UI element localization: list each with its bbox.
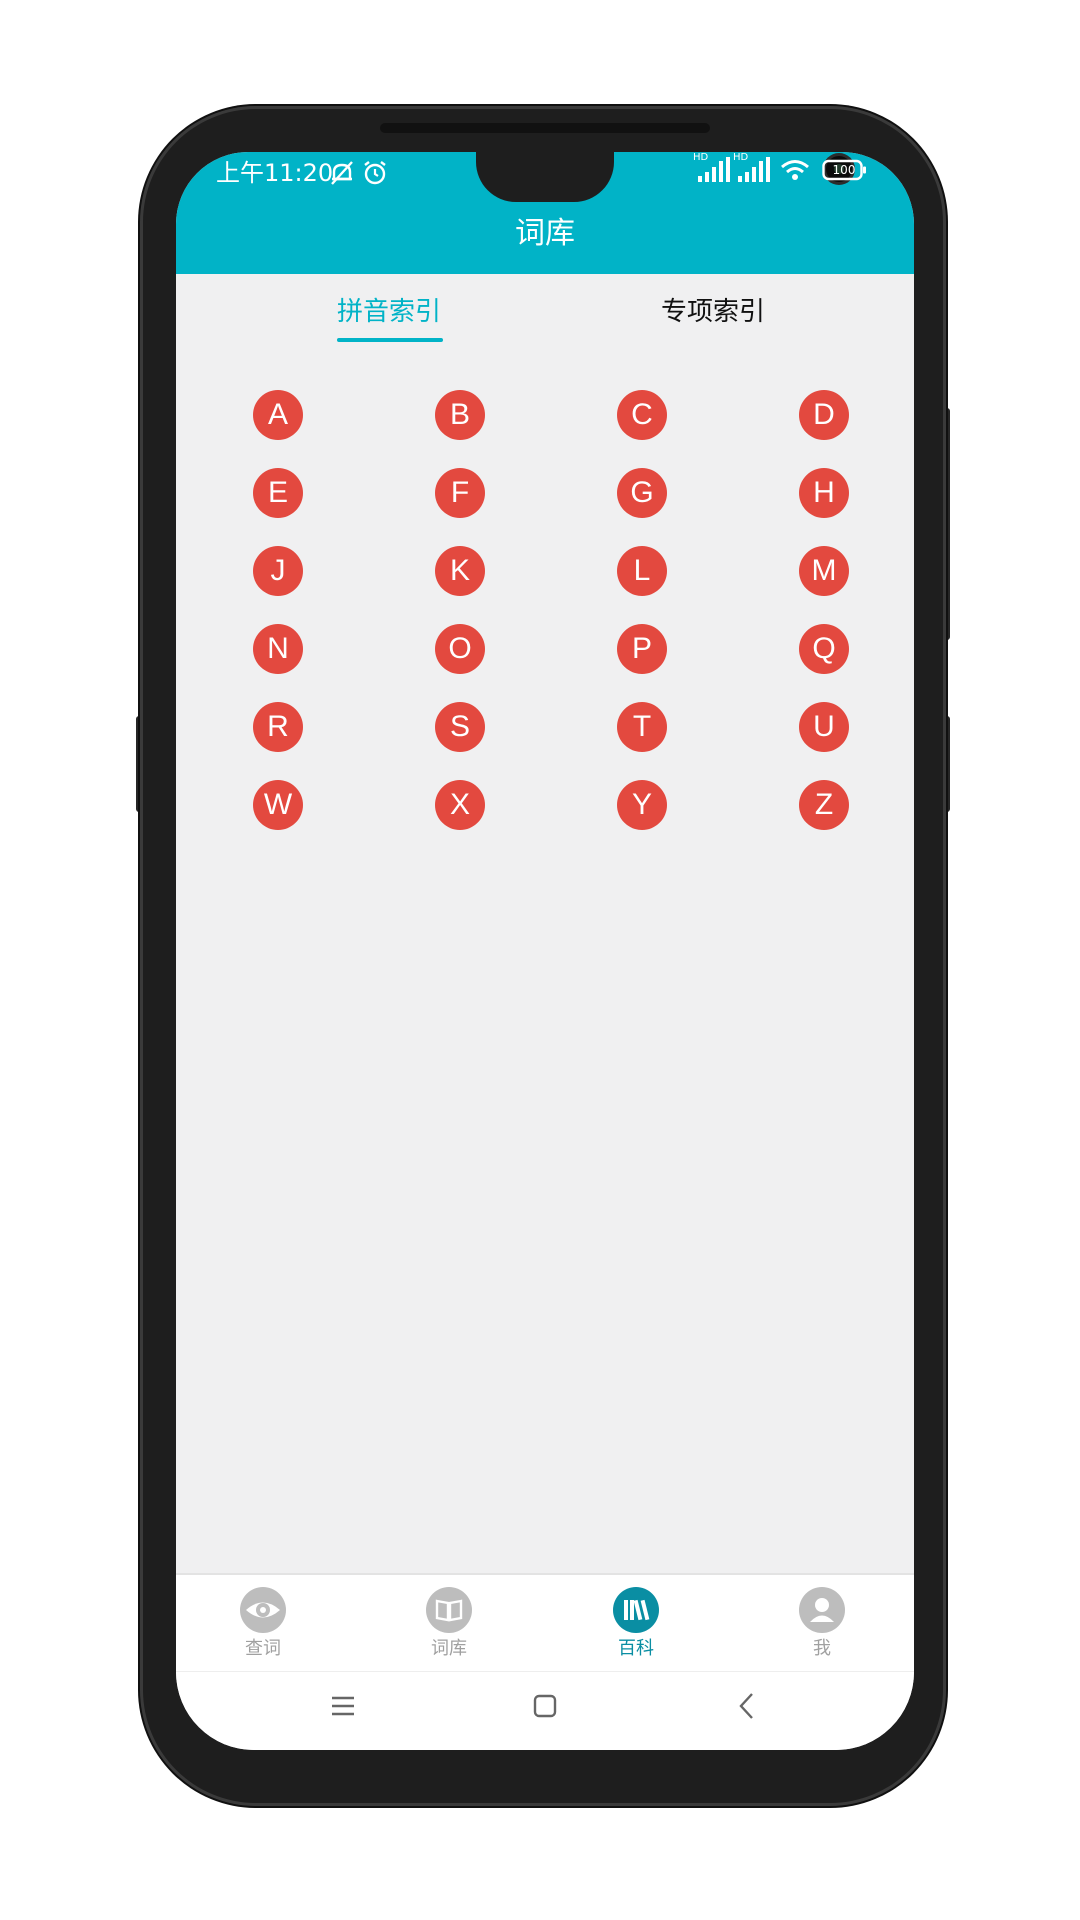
letter-button[interactable]: X [435,780,485,830]
active-tab-indicator [337,338,443,342]
bottom-navigation: 查词 词库 百科 我 [176,1573,914,1671]
mute-icon [328,160,356,190]
home-icon[interactable] [520,1686,570,1726]
nav-item-encyclopedia[interactable]: 百科 [576,1581,696,1667]
phone-screen: 上午11:20 HD HD 100 词库 拼音索引 专项索引 A B C D E… [176,152,914,1750]
eye-icon [240,1587,286,1633]
letter-button[interactable]: D [799,390,849,440]
letter-button[interactable]: M [799,546,849,596]
letter-button[interactable]: T [617,702,667,752]
letter-button[interactable]: P [617,624,667,674]
letter-button[interactable]: G [617,468,667,518]
letter-button[interactable]: N [253,624,303,674]
book-icon [426,1587,472,1633]
battery-level: 100 [832,163,856,177]
user-icon [799,1587,845,1633]
letter-button[interactable]: L [617,546,667,596]
system-navigation-bar [176,1671,914,1750]
nav-label: 词库 [431,1638,467,1659]
index-tabs: 拼音索引 专项索引 [176,274,914,374]
letter-button[interactable]: J [253,546,303,596]
app-bar: 上午11:20 HD HD 100 词库 [176,152,914,274]
tab-special-index[interactable]: 专项索引 [613,294,813,330]
letter-button[interactable]: E [253,468,303,518]
letter-button[interactable]: R [253,702,303,752]
letter-button[interactable]: O [435,624,485,674]
wifi-icon [780,158,810,186]
camera-notch [476,152,852,202]
letter-button[interactable]: A [253,390,303,440]
nav-label: 我 [813,1638,831,1659]
page-title: 词库 [515,216,575,251]
letter-button[interactable]: Q [799,624,849,674]
library-icon [613,1587,659,1633]
letter-button[interactable]: B [435,390,485,440]
alarm-icon [362,160,388,190]
tab-pinyin-index[interactable]: 拼音索引 [289,294,489,330]
letter-button[interactable]: W [253,780,303,830]
earpiece [380,123,710,133]
letter-button[interactable]: C [617,390,667,440]
letter-button[interactable]: U [799,702,849,752]
letter-button[interactable]: F [435,468,485,518]
nav-label: 百科 [618,1638,654,1659]
device-stage: 上午11:20 HD HD 100 词库 拼音索引 专项索引 A B C D E… [0,0,1080,1920]
letter-button[interactable]: H [799,468,849,518]
letter-button[interactable]: Z [799,780,849,830]
back-icon[interactable] [722,1686,772,1726]
hd-label: HD [733,152,749,163]
menu-icon[interactable] [318,1686,368,1726]
nav-label: 查词 [245,1638,281,1659]
nav-item-me[interactable]: 我 [762,1581,882,1667]
nav-item-lookup[interactable]: 查词 [203,1581,323,1667]
nav-item-lexicon[interactable]: 词库 [389,1581,509,1667]
status-time: 上午11:20 [216,159,334,187]
letter-button[interactable]: S [435,702,485,752]
letter-button[interactable]: K [435,546,485,596]
letter-button[interactable]: Y [617,780,667,830]
hd-label: HD [693,152,709,163]
